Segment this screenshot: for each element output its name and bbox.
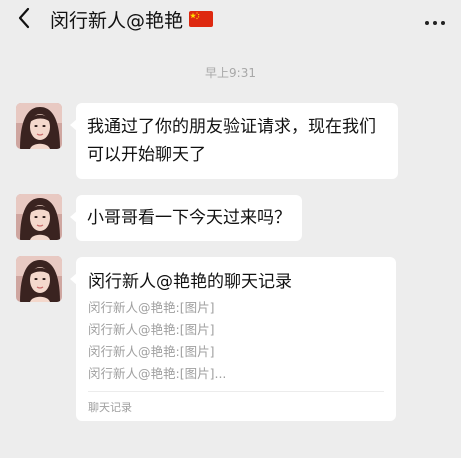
more-button[interactable] — [421, 6, 449, 32]
chat-record-title: 闵行新人@艳艳的聊天记录 — [88, 272, 292, 292]
more-dots-icon — [423, 10, 447, 29]
chat-record-line: 闵行新人@艳艳:[图片] — [88, 322, 215, 337]
chevron-left-icon — [18, 7, 30, 29]
chat-title-group: 闵行新人@艳艳 — [50, 5, 214, 33]
message-bubble[interactable]: 小哥哥看一下今天过来吗？ — [70, 195, 302, 241]
chat-record-line: 闵行新人@艳艳:[图片] — [88, 300, 215, 315]
contact-avatar[interactable] — [16, 103, 62, 149]
message-bubble[interactable]: 我通过了你的朋友验证请求，现在我们可以开始聊天了 — [70, 103, 398, 179]
message-timestamp: 早上9:31 — [205, 66, 256, 80]
contact-avatar[interactable] — [16, 194, 62, 240]
chat-header: 闵行新人@艳艳 — [0, 0, 461, 38]
chat-record-card[interactable]: 闵行新人@艳艳的聊天记录 闵行新人@艳艳:[图片] 闵行新人@艳艳:[图片] 闵… — [70, 257, 396, 421]
chat-title: 闵行新人@艳艳 — [50, 9, 184, 32]
divider — [88, 391, 384, 392]
china-flag-icon — [189, 11, 214, 27]
back-button[interactable] — [10, 4, 38, 32]
chat-record-line: 闵行新人@艳艳:[图片]... — [88, 366, 227, 381]
chat-record-preview: 闵行新人@艳艳:[图片] 闵行新人@艳艳:[图片] 闵行新人@艳艳:[图片] 闵… — [88, 297, 226, 385]
chat-record-footer: 聊天记录 — [88, 401, 132, 414]
contact-avatar[interactable] — [16, 256, 62, 302]
chat-record-line: 闵行新人@艳艳:[图片] — [88, 344, 215, 359]
